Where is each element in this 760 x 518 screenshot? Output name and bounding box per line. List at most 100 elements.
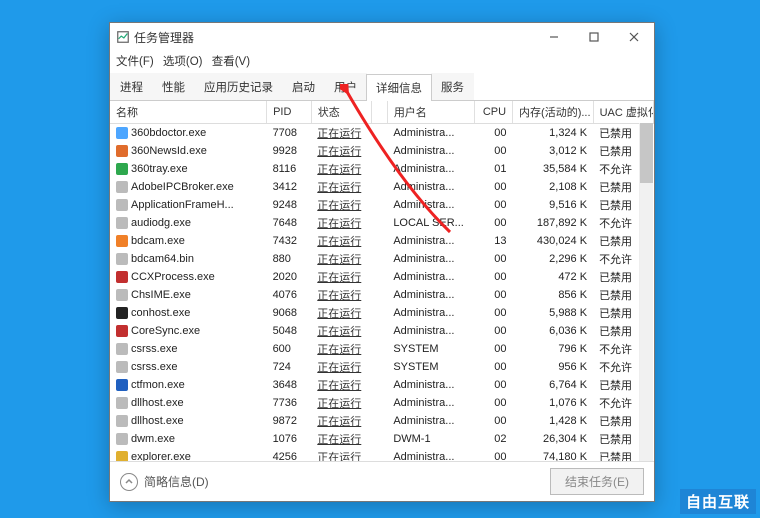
- tab-5[interactable]: 详细信息: [366, 74, 432, 101]
- cell-user: Administra...: [387, 196, 474, 214]
- table-row[interactable]: CoreSync.exe5048正在运行Administra...006,036…: [110, 322, 654, 340]
- cell-pid: 724: [267, 358, 312, 376]
- table-row[interactable]: 360tray.exe8116正在运行Administra...0135,584…: [110, 160, 654, 178]
- close-button[interactable]: [614, 23, 654, 51]
- table-row[interactable]: ChsIME.exe4076正在运行Administra...00856 K已禁…: [110, 286, 654, 304]
- process-name: dwm.exe: [131, 433, 175, 445]
- cell-status: 正在运行: [311, 250, 371, 268]
- cell-mem: 2,108 K: [513, 178, 594, 196]
- cell-user: SYSTEM: [387, 340, 474, 358]
- col-mem[interactable]: 内存(活动的)...: [513, 101, 594, 124]
- process-name: CCXProcess.exe: [131, 271, 215, 283]
- table-row[interactable]: csrss.exe600正在运行SYSTEM00796 K不允许: [110, 340, 654, 358]
- col-name[interactable]: 名称: [110, 101, 267, 124]
- process-icon: [116, 379, 128, 391]
- col-user[interactable]: 用户名: [387, 101, 474, 124]
- cell-mem: 5,988 K: [513, 304, 594, 322]
- tab-1[interactable]: 性能: [152, 73, 195, 100]
- cell-pid: 9872: [267, 412, 312, 430]
- process-name: dllhost.exe: [131, 397, 184, 409]
- table-row[interactable]: 360NewsId.exe9928正在运行Administra...003,01…: [110, 142, 654, 160]
- cell-status: 正在运行: [311, 142, 371, 160]
- cell-status: 正在运行: [311, 286, 371, 304]
- end-task-button[interactable]: 结束任务(E): [550, 468, 644, 495]
- titlebar: 任务管理器: [110, 23, 654, 51]
- tab-3[interactable]: 启动: [282, 73, 325, 100]
- process-icon: [116, 271, 128, 283]
- cell-pid: 7708: [267, 124, 312, 143]
- process-name: CoreSync.exe: [131, 325, 200, 337]
- cell-user: Administra...: [387, 250, 474, 268]
- cell-pid: 9068: [267, 304, 312, 322]
- cell-cpu: 00: [475, 196, 513, 214]
- cell-cpu: 13: [475, 232, 513, 250]
- table-row[interactable]: bdcam64.bin880正在运行Administra...002,296 K…: [110, 250, 654, 268]
- cell-status: 正在运行: [311, 214, 371, 232]
- table-row[interactable]: AdobeIPCBroker.exe3412正在运行Administra...0…: [110, 178, 654, 196]
- process-name: conhost.exe: [131, 307, 190, 319]
- maximize-button[interactable]: [574, 23, 614, 51]
- cell-pid: 5048: [267, 322, 312, 340]
- process-name: ChsIME.exe: [131, 289, 191, 301]
- cell-cpu: 00: [475, 412, 513, 430]
- tab-0[interactable]: 进程: [110, 73, 153, 100]
- cell-mem: 956 K: [513, 358, 594, 376]
- table-row[interactable]: ctfmon.exe3648正在运行Administra...006,764 K…: [110, 376, 654, 394]
- col-cpu[interactable]: CPU: [475, 101, 513, 124]
- table-row[interactable]: conhost.exe9068正在运行Administra...005,988 …: [110, 304, 654, 322]
- process-icon: [116, 235, 128, 247]
- cell-status: 正在运行: [311, 412, 371, 430]
- cell-user: Administra...: [387, 124, 474, 143]
- cell-mem: 1,076 K: [513, 394, 594, 412]
- scrollbar[interactable]: [639, 123, 653, 487]
- window-title: 任务管理器: [134, 29, 534, 46]
- table-row[interactable]: audiodg.exe7648正在运行LOCAL SER...00187,892…: [110, 214, 654, 232]
- tabs: 进程性能应用历史记录启动用户详细信息服务: [110, 73, 654, 101]
- cell-user: Administra...: [387, 160, 474, 178]
- col-pid[interactable]: PID: [267, 101, 312, 124]
- cell-mem: 472 K: [513, 268, 594, 286]
- table-row[interactable]: csrss.exe724正在运行SYSTEM00956 K不允许: [110, 358, 654, 376]
- menu-options[interactable]: 选项(O): [163, 56, 203, 68]
- table-row[interactable]: dwm.exe1076正在运行DWM-10226,304 K已禁用: [110, 430, 654, 448]
- tab-4[interactable]: 用户: [324, 73, 367, 100]
- cell-status: 正在运行: [311, 340, 371, 358]
- cell-pid: 2020: [267, 268, 312, 286]
- cell-cpu: 02: [475, 430, 513, 448]
- cell-user: SYSTEM: [387, 358, 474, 376]
- caret-up-icon: [120, 473, 138, 491]
- process-name: 360tray.exe: [131, 163, 188, 175]
- col-status[interactable]: 状态: [311, 101, 371, 124]
- tab-6[interactable]: 服务: [431, 73, 474, 100]
- process-name: bdcam64.bin: [131, 253, 194, 265]
- cell-mem: 187,892 K: [513, 214, 594, 232]
- table-row[interactable]: dllhost.exe7736正在运行Administra...001,076 …: [110, 394, 654, 412]
- menu-view[interactable]: 查看(V): [212, 56, 250, 68]
- cell-status: 正在运行: [311, 394, 371, 412]
- col-uac[interactable]: UAC 虚拟化: [593, 101, 653, 124]
- cell-mem: 9,516 K: [513, 196, 594, 214]
- cell-mem: 796 K: [513, 340, 594, 358]
- cell-cpu: 00: [475, 358, 513, 376]
- table-row[interactable]: 360bdoctor.exe7708正在运行Administra...001,3…: [110, 124, 654, 143]
- task-manager-window: 任务管理器 文件(F) 选项(O) 查看(V) 进程性能应用历史记录启动用户详细…: [109, 22, 655, 502]
- table-row[interactable]: ApplicationFrameH...9248正在运行Administra..…: [110, 196, 654, 214]
- minimize-button[interactable]: [534, 23, 574, 51]
- cell-cpu: 00: [475, 268, 513, 286]
- footer: 简略信息(D) 结束任务(E): [110, 461, 654, 501]
- tab-2[interactable]: 应用历史记录: [194, 73, 283, 100]
- scrollbar-thumb[interactable]: [640, 123, 653, 183]
- process-icon: [116, 145, 128, 157]
- table-row[interactable]: dllhost.exe9872正在运行Administra...001,428 …: [110, 412, 654, 430]
- process-icon: [116, 181, 128, 193]
- table-row[interactable]: CCXProcess.exe2020正在运行Administra...00472…: [110, 268, 654, 286]
- menu-file[interactable]: 文件(F): [116, 56, 154, 68]
- fewer-details-link[interactable]: 简略信息(D): [120, 473, 209, 491]
- cell-user: Administra...: [387, 178, 474, 196]
- cell-cpu: 00: [475, 286, 513, 304]
- cell-status: 正在运行: [311, 124, 371, 143]
- cell-pid: 7736: [267, 394, 312, 412]
- cell-status: 正在运行: [311, 304, 371, 322]
- process-name: audiodg.exe: [131, 217, 191, 229]
- table-row[interactable]: bdcam.exe7432正在运行Administra...13430,024 …: [110, 232, 654, 250]
